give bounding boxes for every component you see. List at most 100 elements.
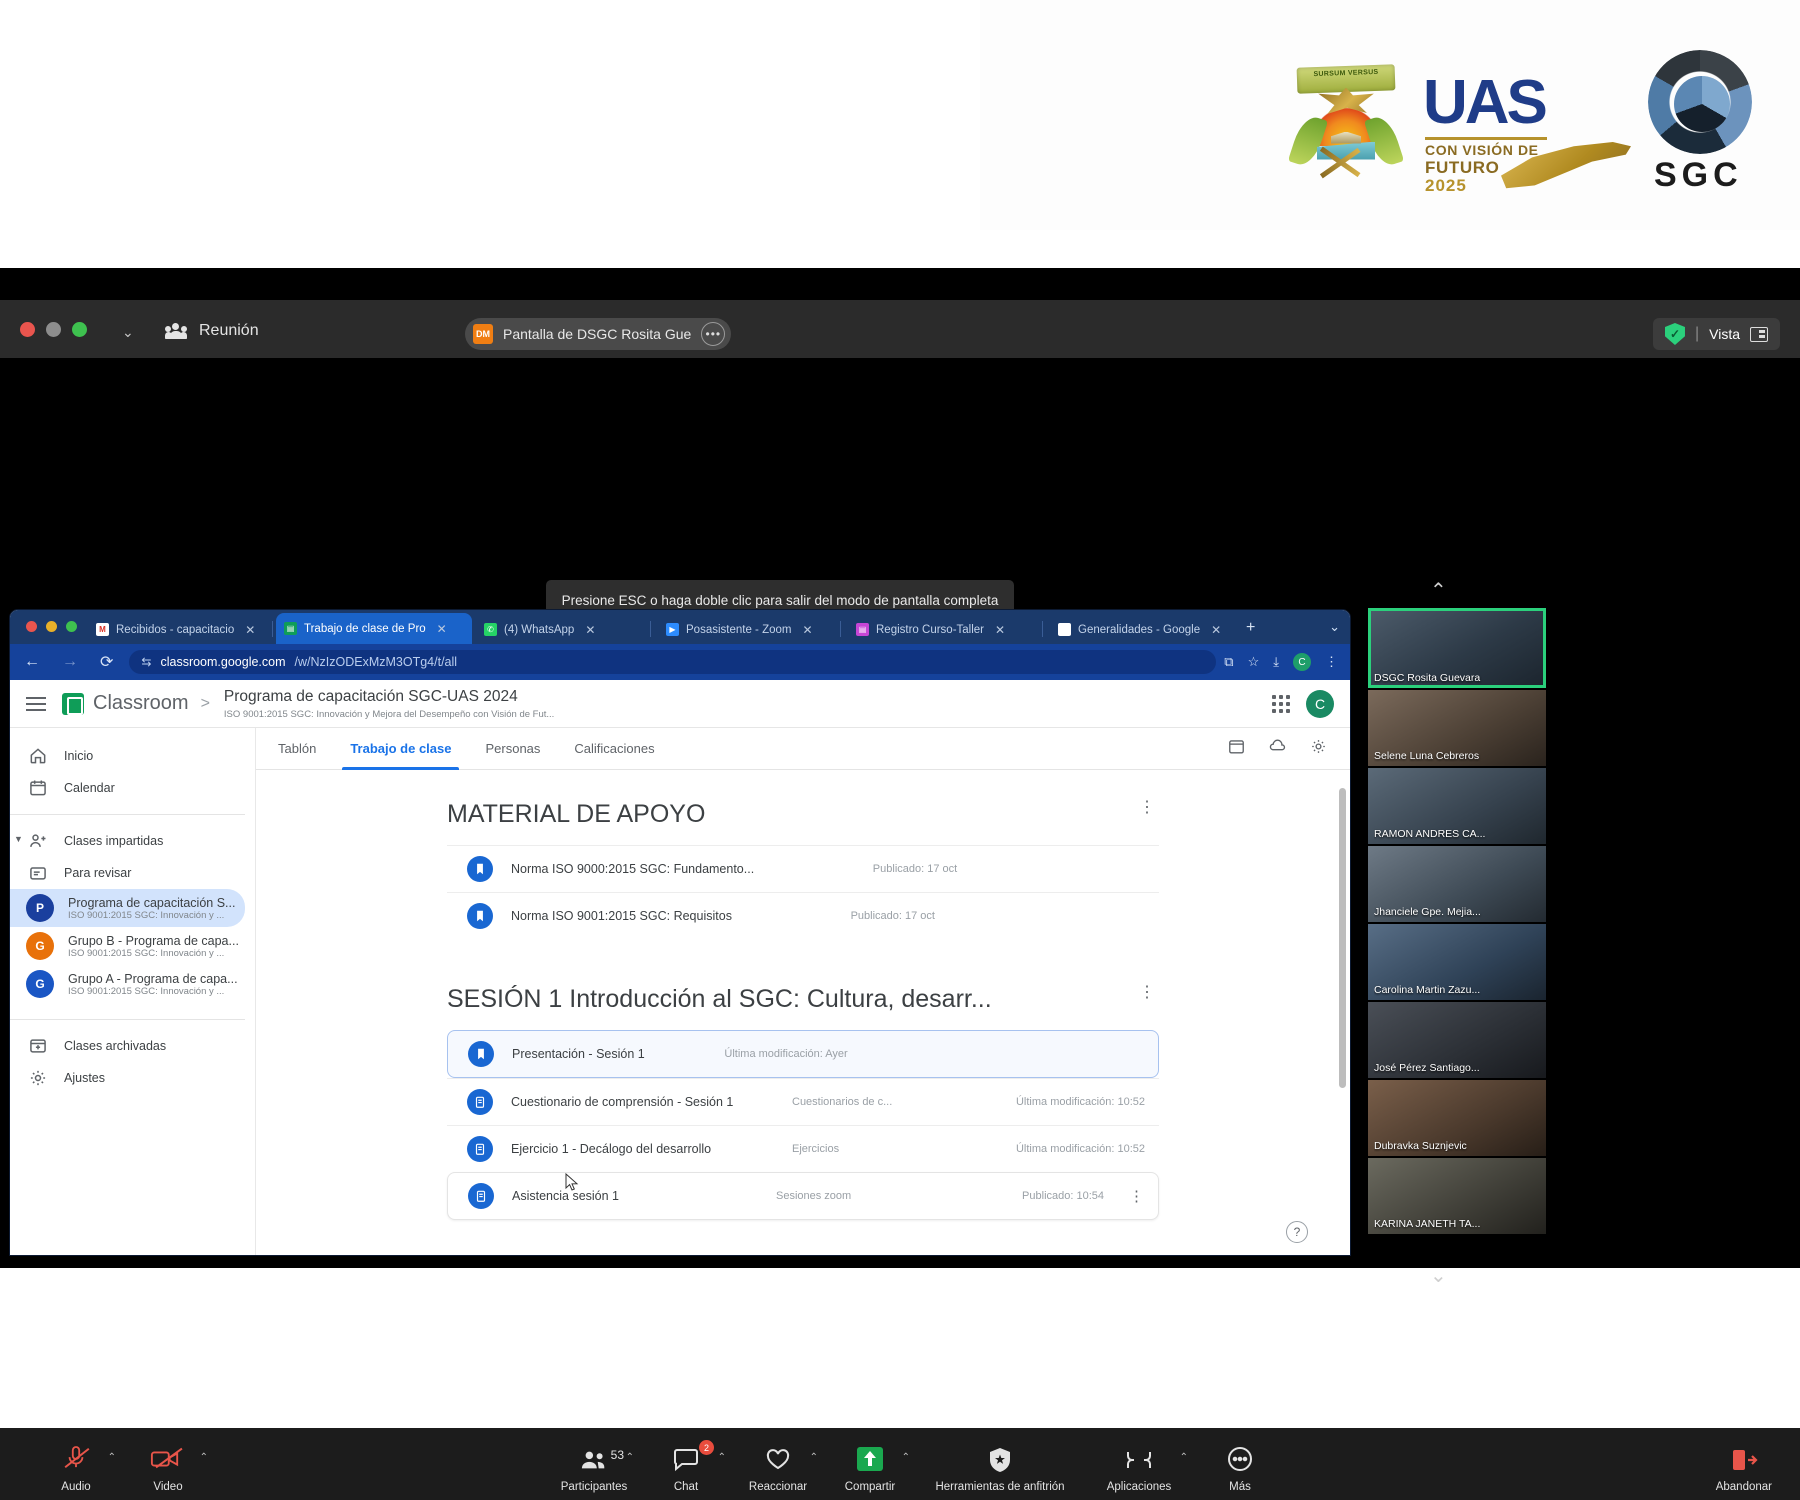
banner-logos: SURSUM VERSUS UAS CON VISIÓN DE FUTURO 2… — [1287, 48, 1760, 198]
classwork-item[interactable]: Norma ISO 9001:2015 SGC: Requisitos Publ… — [447, 892, 1159, 939]
more-button[interactable]: Más — [1194, 1444, 1286, 1493]
browser-traffic-lights[interactable] — [26, 621, 77, 632]
classwork-item[interactable]: Norma ISO 9000:2015 SGC: Fundamento... P… — [447, 845, 1159, 892]
browser-tab-classroom[interactable]: ▤ Trabajo de clase de Pro ✕ — [276, 613, 472, 644]
browser-tab-zoom[interactable]: ▶ Posasistente - Zoom ✕ — [658, 615, 836, 644]
downloads-icon[interactable]: ⤓ — [1273, 654, 1279, 670]
bookmark-star-icon[interactable]: ☆ — [1248, 654, 1260, 670]
calendar-icon[interactable] — [1227, 737, 1246, 761]
chevron-up-icon[interactable]: ⌃ — [810, 1452, 818, 1463]
browser-tab-whatsapp[interactable]: ✆ (4) WhatsApp ✕ — [476, 615, 644, 644]
browser-tab-generalidades[interactable]: ▲ Generalidades - Google ✕ — [1050, 615, 1232, 644]
participant-name: José Pérez Santiago... — [1374, 1062, 1480, 1074]
back-button[interactable]: ← — [10, 653, 40, 671]
app-name[interactable]: Classroom — [93, 692, 189, 715]
sidebar-item-calendar[interactable]: Calendar — [10, 772, 245, 804]
participant-tile[interactable]: José Pérez Santiago... — [1368, 1002, 1546, 1078]
install-app-icon[interactable]: ⧉ — [1224, 654, 1233, 670]
browser-tab-gmail[interactable]: M Recibidos - capacitacio ✕ — [88, 615, 268, 644]
classwork-item-selected[interactable]: Presentación - Sesión 1 Última modificac… — [447, 1030, 1159, 1078]
strip-scroll-down-icon[interactable]: ⌄ — [1430, 1263, 1447, 1288]
close-tab-icon[interactable]: ✕ — [1211, 623, 1221, 637]
close-tab-icon[interactable]: ✕ — [802, 623, 812, 637]
main-menu-icon[interactable] — [26, 696, 46, 711]
chevron-up-icon[interactable]: ⌃ — [200, 1452, 208, 1463]
participants-button[interactable]: 53 Participantes ⌃ — [548, 1444, 640, 1493]
gear-icon[interactable] — [1309, 737, 1328, 761]
sidebar-class-grupo-b[interactable]: G Grupo B - Programa de capa... ISO 9001… — [10, 927, 245, 965]
sidebar-item-clases-impartidas[interactable]: ▼ Clases impartidas — [10, 825, 245, 857]
participant-tile[interactable]: Carolina Martin Zazu... — [1368, 924, 1546, 1000]
sidebar-item-inicio[interactable]: Inicio — [10, 740, 245, 772]
security-shield-icon[interactable] — [1664, 323, 1685, 345]
react-button[interactable]: Reaccionar ⌃ — [732, 1444, 824, 1493]
participant-tile[interactable]: DSGC Rosita Guevara — [1368, 608, 1546, 688]
sidebar-item-ajustes[interactable]: Ajustes — [10, 1062, 245, 1094]
close-window-button[interactable] — [20, 322, 35, 337]
participant-tile[interactable]: KARINA JANETH TA... — [1368, 1158, 1546, 1234]
participant-tile[interactable]: Jhanciele Gpe. Mejia... — [1368, 846, 1546, 922]
new-tab-button[interactable]: + — [1246, 619, 1255, 637]
browser-menu-icon[interactable]: ⋮ — [1325, 654, 1338, 670]
classwork-item[interactable]: Ejercicio 1 - Decálogo del desarrollo Ej… — [447, 1125, 1159, 1172]
view-layout-icon[interactable] — [1750, 326, 1768, 342]
tab-trabajo-de-clase[interactable]: Trabajo de clase — [342, 728, 460, 770]
close-tab-icon[interactable]: ✕ — [245, 623, 255, 637]
item-menu-icon[interactable]: ⋮ — [1122, 1187, 1144, 1205]
host-tools-button[interactable]: Herramientas de anfitrión — [916, 1444, 1084, 1493]
browser-close-button[interactable] — [26, 621, 37, 632]
video-button[interactable]: Video ⌃ — [122, 1444, 214, 1493]
share-screen-button[interactable]: Compartir ⌃ — [824, 1444, 916, 1493]
classwork-item-hovered[interactable]: Asistencia sesión 1 Sesiones zoom Public… — [447, 1172, 1159, 1220]
chevron-down-icon[interactable]: ⌄ — [122, 324, 134, 341]
participant-tile[interactable]: Selene Luna Cebreros — [1368, 690, 1546, 766]
sidebar-class-grupo-a[interactable]: G Grupo A - Programa de capa... ISO 9001… — [10, 965, 245, 1003]
tab-tablon[interactable]: Tablón — [278, 728, 316, 770]
maximize-window-button[interactable] — [72, 322, 87, 337]
audio-button[interactable]: Audio ⌃ — [30, 1444, 122, 1493]
profile-avatar[interactable]: C — [1293, 653, 1311, 671]
zoom-view-controls[interactable]: | Vista — [1652, 318, 1780, 350]
chevron-up-icon[interactable]: ⌃ — [718, 1452, 726, 1463]
view-label[interactable]: Vista — [1709, 326, 1740, 342]
reload-button[interactable]: ⟳ — [78, 652, 121, 672]
sidebar-item-para-revisar[interactable]: Para revisar — [10, 857, 245, 889]
share-more-icon[interactable]: ••• — [701, 322, 726, 346]
sidebar-class-programa[interactable]: P Programa de capacitación S... ISO 9001… — [10, 889, 245, 927]
participant-tile[interactable]: RAMON ANDRES CA... — [1368, 768, 1546, 844]
site-info-icon[interactable]: ⇆ — [141, 655, 151, 669]
minimize-window-button[interactable] — [46, 322, 61, 337]
leave-meeting-button[interactable]: Abandonar — [1716, 1444, 1772, 1493]
page-scrollbar[interactable] — [1339, 788, 1346, 1088]
chevron-up-icon[interactable]: ⌃ — [108, 1452, 116, 1463]
browser-tab-registro[interactable]: ▤ Registro Curso-Taller ✕ — [848, 615, 1038, 644]
chat-button[interactable]: 2 Chat ⌃ — [640, 1440, 732, 1493]
url-input[interactable]: ⇆ classroom.google.com/w/NzIzODExMzM3OTg… — [129, 650, 1217, 674]
window-traffic-lights[interactable] — [20, 322, 87, 337]
chevron-up-icon[interactable]: ⌃ — [626, 1452, 634, 1463]
help-icon[interactable]: ? — [1286, 1221, 1308, 1243]
close-tab-icon[interactable]: ✕ — [995, 623, 1005, 637]
section-menu-icon[interactable]: ⋮ — [1135, 985, 1159, 1001]
close-tab-icon[interactable]: ✕ — [437, 622, 447, 636]
section-menu-icon[interactable]: ⋮ — [1135, 800, 1159, 816]
classwork-item[interactable]: Cuestionario de comprensión - Sesión 1 C… — [447, 1078, 1159, 1125]
chevron-up-icon[interactable]: ⌃ — [1180, 1452, 1188, 1463]
tab-search-icon[interactable]: ⌄ — [1329, 619, 1340, 635]
apps-button[interactable]: Aplicaciones ⌃ — [1084, 1444, 1194, 1493]
sidebar-item-clases-archivadas[interactable]: Clases archivadas — [10, 1030, 245, 1062]
google-apps-icon[interactable] — [1272, 694, 1290, 713]
screen-share-indicator[interactable]: DM Pantalla de DSGC Rosita Gue ••• — [465, 318, 732, 350]
drive-folder-icon[interactable] — [1268, 737, 1287, 761]
participant-tile[interactable]: Dubravka Suznjevic — [1368, 1080, 1546, 1156]
close-tab-icon[interactable]: ✕ — [585, 623, 595, 637]
browser-maximize-button[interactable] — [66, 621, 77, 632]
classwork-scroll-area[interactable]: MATERIAL DE APOYO ⋮ Norma ISO 9000:2015 … — [256, 770, 1350, 1255]
tab-personas[interactable]: Personas — [485, 728, 540, 770]
chevron-down-icon[interactable]: ▼ — [14, 834, 23, 844]
tab-calificaciones[interactable]: Calificaciones — [574, 728, 654, 770]
strip-scroll-up-icon[interactable]: ⌃ — [1430, 578, 1447, 603]
browser-minimize-button[interactable] — [46, 621, 57, 632]
chevron-up-icon[interactable]: ⌃ — [902, 1452, 910, 1463]
account-avatar[interactable]: C — [1306, 689, 1334, 718]
